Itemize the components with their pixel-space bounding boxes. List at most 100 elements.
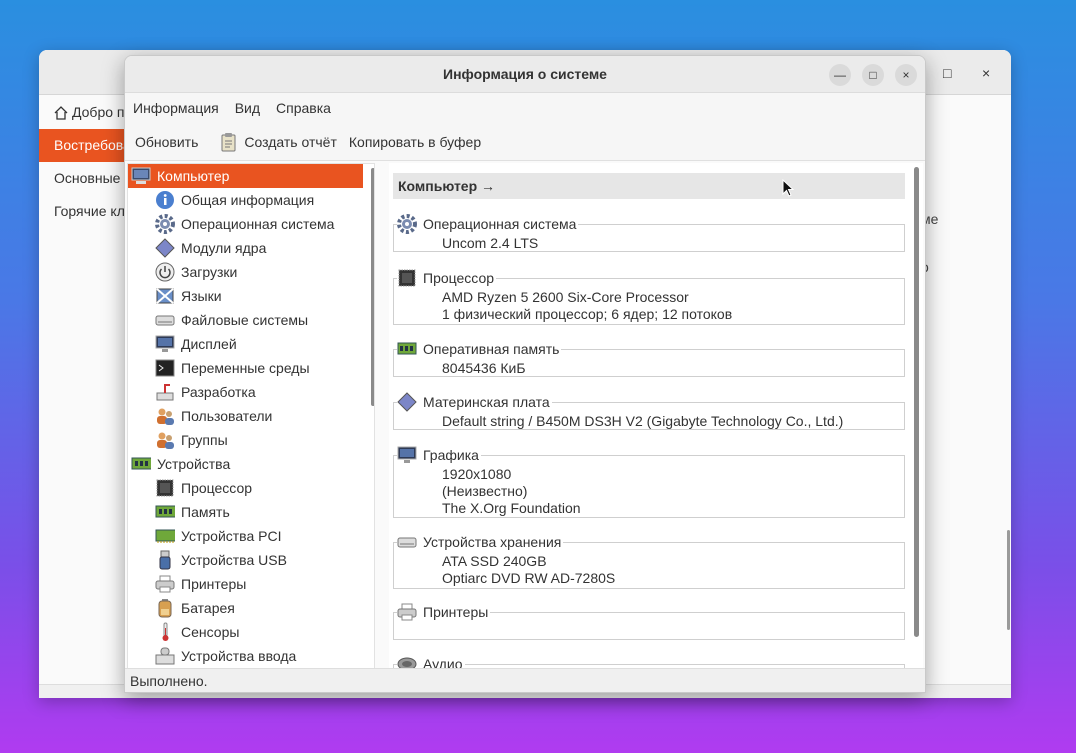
refresh-label: Обновить	[135, 133, 199, 150]
titlebar: Информация о системе — □ ×	[125, 56, 925, 93]
group-memory: Оперативная память 8045436 КиБ	[393, 339, 905, 379]
refresh-button[interactable]: Обновить	[135, 134, 198, 150]
report-icon	[221, 132, 236, 151]
group-title: Принтеры	[423, 604, 489, 620]
bg-scrollbar[interactable]	[1007, 530, 1010, 630]
tree-label: Устройства ввода	[181, 648, 297, 664]
minimize-button[interactable]: —	[829, 64, 851, 86]
maximize-button[interactable]: □	[862, 64, 884, 86]
create-report-button[interactable]: Создать отчёт	[220, 132, 337, 152]
menu-info[interactable]: Информация	[133, 100, 219, 116]
tree-label: Пользователи	[181, 408, 273, 424]
group-label: Операционная система	[397, 214, 579, 234]
group-value: Optiarc DVD RW AD-7280S	[442, 570, 616, 586]
bg-sidebar-item-basic[interactable]: Основные	[39, 162, 129, 195]
bg-close-button[interactable]: ×	[982, 65, 990, 81]
group-printers: Принтеры	[393, 602, 905, 642]
disk-icon	[155, 310, 175, 330]
tree-scrollbar[interactable]	[371, 168, 374, 406]
tree-item-boots[interactable]: Загрузки	[128, 260, 374, 284]
pci-icon	[155, 526, 175, 546]
tree-item-groups[interactable]: Группы	[128, 428, 374, 452]
tree-item-pci[interactable]: Устройства PCI	[128, 524, 374, 548]
memory-icon	[155, 502, 175, 522]
copy-to-clipboard-button[interactable]: Копировать в буфер	[349, 134, 481, 150]
group-value: Uncom 2.4 LTS	[442, 235, 539, 251]
flag-icon	[155, 286, 175, 306]
tree-item-computer[interactable]: Компьютер	[128, 164, 363, 188]
motherboard-icon	[397, 392, 417, 412]
group-title: Графика	[423, 447, 479, 463]
tree-label: Устройства	[157, 456, 231, 472]
tree-item-usb[interactable]: Устройства USB	[128, 548, 374, 572]
tree-item-sensors[interactable]: Сенсоры	[128, 620, 374, 644]
tree-label: Батарея	[181, 600, 235, 616]
terminal-icon	[155, 358, 175, 378]
devices-icon	[131, 454, 151, 474]
tree-item-processor[interactable]: Процессор	[128, 476, 374, 500]
module-icon	[155, 238, 175, 258]
group-title: Устройства хранения	[423, 534, 562, 550]
tree-label: Загрузки	[181, 264, 238, 280]
tree-item-input-devices[interactable]: Устройства ввода	[128, 644, 374, 668]
tree-label: Разработка	[181, 384, 256, 400]
cpu-icon	[155, 478, 175, 498]
tree-item-env-vars[interactable]: Переменные среды	[128, 356, 374, 380]
battery-icon	[155, 598, 175, 618]
system-info-window: Информация о системе — □ × Информация Ви…	[124, 55, 926, 693]
tree-item-os[interactable]: Операционная система	[128, 212, 374, 236]
tree-item-memory[interactable]: Память	[128, 500, 374, 524]
tree-item-kernel-modules[interactable]: Модули ядра	[128, 236, 374, 260]
tree-item-development[interactable]: Разработка	[128, 380, 374, 404]
home-icon	[54, 105, 68, 120]
group-value: The X.Org Foundation	[442, 500, 581, 516]
tree-item-printers[interactable]: Принтеры	[128, 572, 374, 596]
gear-icon	[397, 214, 417, 234]
thermometer-icon	[155, 622, 175, 642]
bg-maximize-button[interactable]: □	[943, 65, 951, 81]
groups-icon	[155, 430, 175, 450]
group-label: Устройства хранения	[397, 532, 564, 552]
bg-sidebar-item-welcome[interactable]: Добро пожаловать	[39, 96, 129, 129]
group-title: Оперативная память	[423, 341, 560, 357]
group-os: Операционная система Uncom 2.4 LTS	[393, 214, 905, 254]
tree-label: Компьютер	[157, 168, 230, 184]
background-sidebar: Добро пожаловать Востребованные Основные…	[39, 96, 129, 228]
group-title: Операционная система	[423, 216, 577, 232]
tree-item-devices[interactable]: Устройства	[128, 452, 374, 476]
bg-sidebar-item-popular[interactable]: Востребованные	[39, 129, 129, 162]
tree-label: Операционная система	[181, 216, 335, 232]
group-title: Процессор	[423, 270, 495, 286]
bg-sidebar-item-hotkeys[interactable]: Горячие клавиши	[39, 195, 129, 228]
menu-view[interactable]: Вид	[235, 100, 260, 116]
content-scrollbar[interactable]	[914, 167, 919, 637]
window-title: Информация о системе	[443, 66, 607, 82]
menu-help[interactable]: Справка	[276, 100, 331, 116]
tree-label: Языки	[181, 288, 222, 304]
monitor-icon	[397, 445, 417, 465]
tree-label: Устройства PCI	[181, 528, 282, 544]
tree-item-users[interactable]: Пользователи	[128, 404, 374, 428]
content-header: Компьютер →	[393, 173, 905, 199]
group-motherboard: Материнская плата Default string / B450M…	[393, 392, 905, 432]
printer-icon	[397, 602, 417, 622]
drive-icon	[397, 532, 417, 552]
monitor-icon	[155, 334, 175, 354]
tree-label: Переменные среды	[181, 360, 310, 376]
tree-label: Процессор	[181, 480, 253, 496]
tree-label: Устройства USB	[181, 552, 287, 568]
tree-item-summary[interactable]: Общая информация	[128, 188, 374, 212]
mouse-cursor-icon	[782, 179, 794, 197]
speaker-icon	[397, 654, 417, 669]
tree-item-display[interactable]: Дисплей	[128, 332, 374, 356]
tree-item-languages[interactable]: Языки	[128, 284, 374, 308]
group-graphics: Графика 1920x1080 (Неизвестно) The X.Org…	[393, 445, 905, 520]
group-label: Графика	[397, 445, 481, 465]
tree-item-battery[interactable]: Батарея	[128, 596, 374, 620]
tree-label: Память	[181, 504, 230, 520]
tree-item-filesystems[interactable]: Файловые системы	[128, 308, 374, 332]
close-button[interactable]: ×	[895, 64, 917, 86]
users-icon	[155, 406, 175, 426]
group-value: Default string / B450M DS3H V2 (Gigabyte…	[442, 413, 844, 429]
details-panel: Компьютер → Операционная система Uncom 2…	[389, 163, 923, 669]
